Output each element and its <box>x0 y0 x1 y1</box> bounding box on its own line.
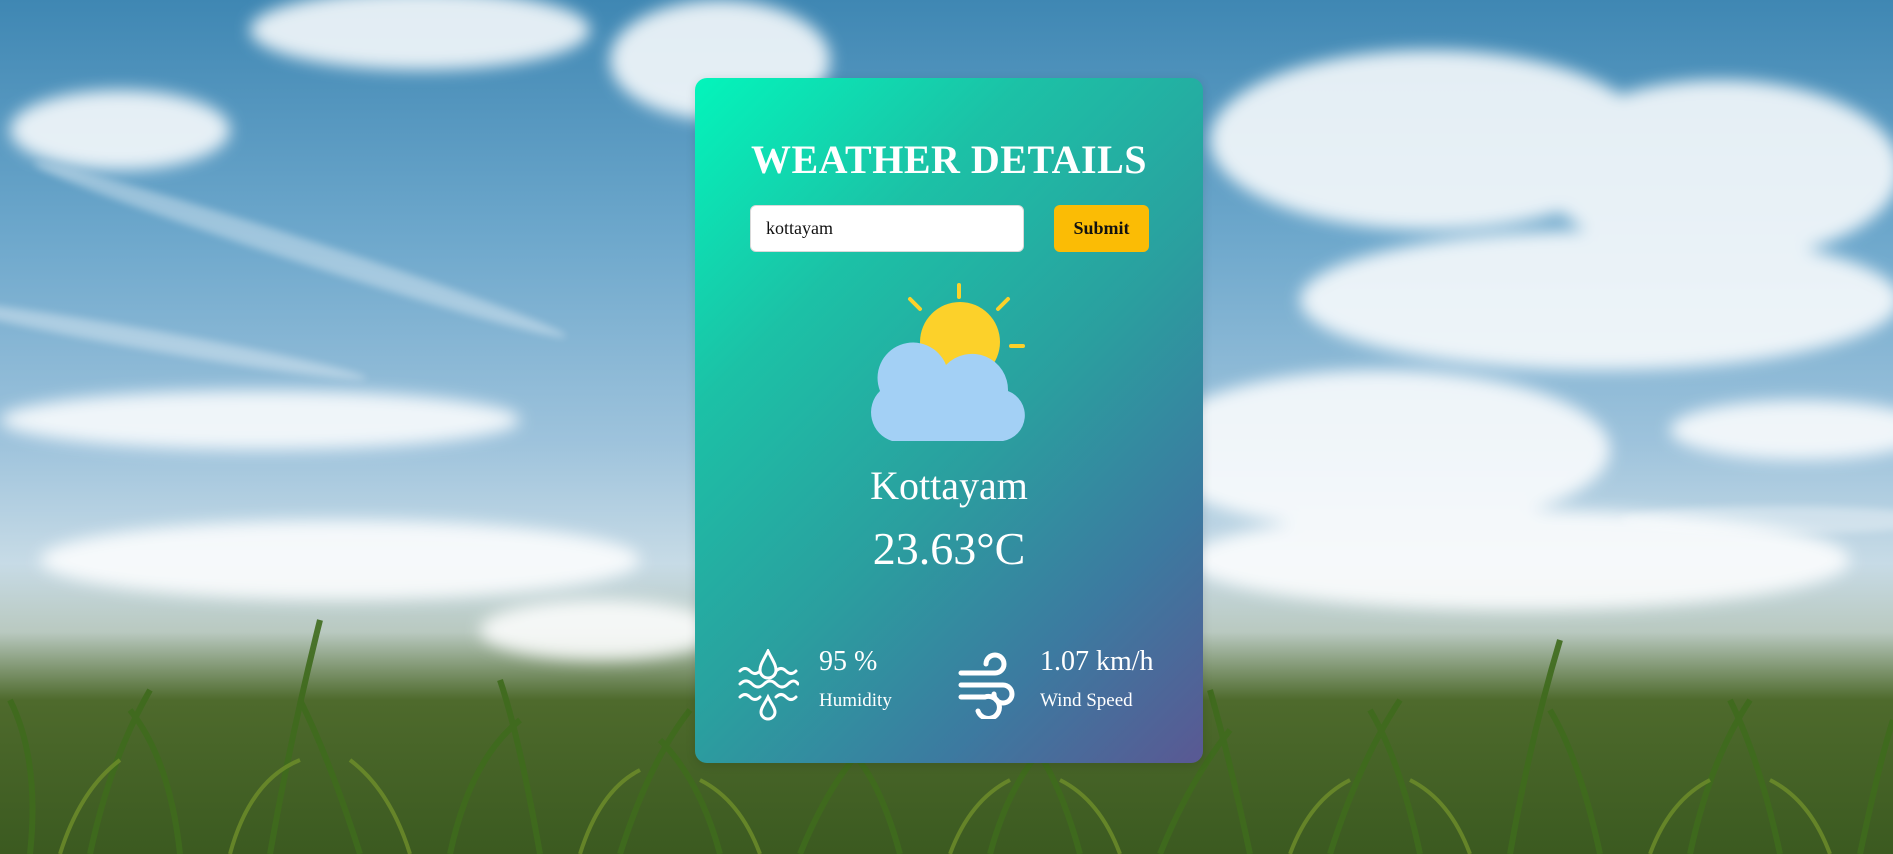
temperature-value: 23.63°C <box>872 523 1026 574</box>
humidity-label: Humidity <box>819 690 892 711</box>
humidity-icon <box>738 649 799 721</box>
city-name: Kottayam <box>870 463 1028 508</box>
page-title: WEATHER DETAILS <box>750 137 1148 182</box>
partly-cloudy-icon <box>871 283 1025 441</box>
city-search-input[interactable] <box>750 205 1024 252</box>
submit-button[interactable]: Submit <box>1054 205 1149 252</box>
humidity-value: 95 % <box>819 646 878 677</box>
wind-speed-value: 1.07 km/h <box>1040 646 1154 677</box>
weather-card: WEATHER DETAILS Submit Kottayam 23.63°C … <box>695 78 1203 763</box>
wind-speed-label: Wind Speed <box>1040 690 1133 711</box>
wind-icon <box>958 652 1015 719</box>
